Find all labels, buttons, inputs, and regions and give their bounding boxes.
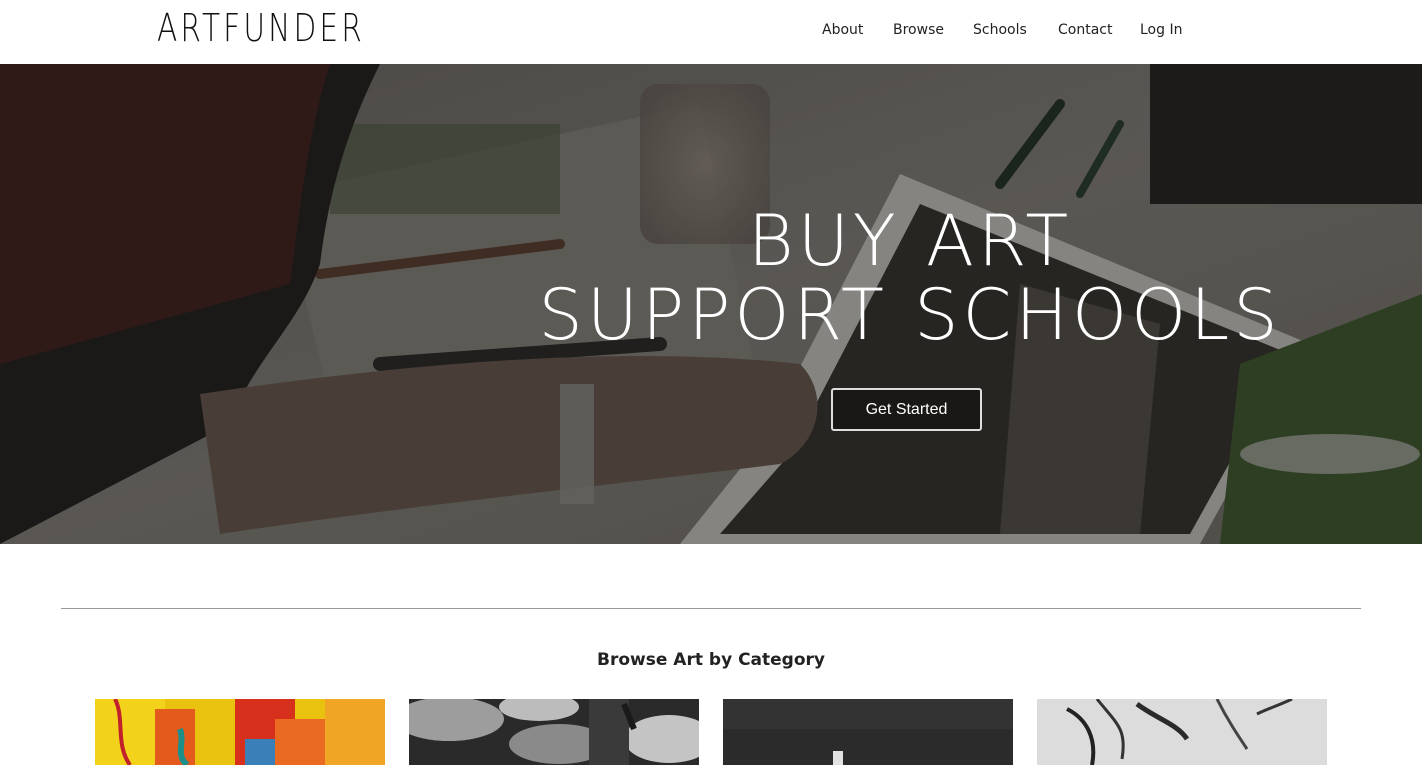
category-card-ink-drawing[interactable] [1037, 699, 1327, 765]
nav-login-link[interactable]: Log In [1140, 20, 1182, 40]
hero-banner: BUY ART SUPPORT SCHOOLS Get Started [0, 64, 1422, 544]
section-divider [61, 608, 1361, 609]
nav-about-link[interactable]: About [822, 20, 863, 40]
nav-schools-link[interactable]: Schools [973, 20, 1027, 40]
category-image [1037, 699, 1327, 765]
main-nav: About Browse Schools Contact Log In [0, 20, 1422, 40]
category-card-photography[interactable] [409, 699, 699, 765]
category-image [409, 699, 699, 765]
category-card-row [0, 699, 1422, 765]
category-image [95, 699, 385, 765]
hero-title-line-1: BUY ART [747, 200, 1073, 282]
hero-title: BUY ART SUPPORT SCHOOLS [520, 204, 1300, 352]
category-card-abstract-painting[interactable] [95, 699, 385, 765]
site-header: ARTFUNDER About Browse Schools Contact L… [0, 0, 1422, 64]
nav-contact-link[interactable]: Contact [1058, 20, 1112, 40]
category-card-sculpture[interactable] [723, 699, 1013, 765]
browse-categories-heading: Browse Art by Category [597, 650, 825, 670]
get-started-button[interactable]: Get Started [831, 388, 982, 431]
hero-title-line-2: SUPPORT SCHOOLS [538, 274, 1282, 356]
nav-browse-link[interactable]: Browse [893, 20, 944, 40]
category-image [723, 699, 1013, 765]
